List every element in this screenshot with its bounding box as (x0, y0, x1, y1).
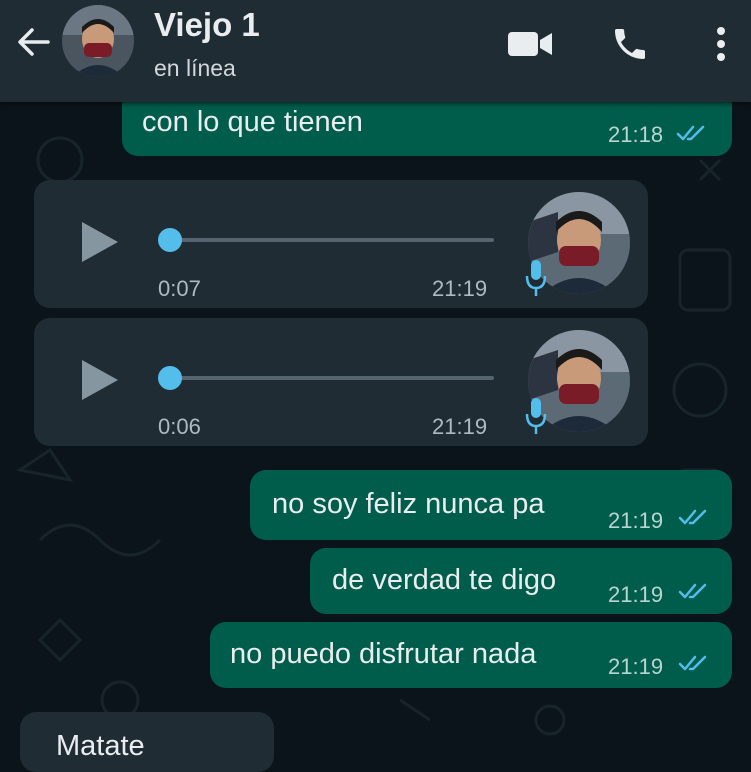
back-arrow-icon[interactable] (14, 22, 54, 62)
voice-progress-knob[interactable] (158, 366, 182, 390)
voice-progress-track[interactable] (162, 376, 494, 380)
voice-progress-track[interactable] (162, 238, 494, 242)
microphone-icon (525, 260, 547, 296)
phone-icon[interactable] (606, 22, 654, 66)
message-text: de verdad te digo (332, 564, 557, 596)
message-text: no soy feliz nunca pa (272, 488, 545, 520)
voice-message-bubble[interactable]: 0:06 21:19 (34, 318, 648, 446)
message-time: 21:19 (432, 414, 488, 439)
message-time: 21:19 (432, 276, 488, 301)
message-bubble-outgoing[interactable]: no soy feliz nunca pa 21:19 (250, 470, 732, 540)
double-check-icon (676, 125, 705, 141)
play-icon[interactable] (78, 218, 122, 266)
message-time: 21:19 (608, 654, 664, 679)
voice-duration: 0:07 (158, 276, 201, 301)
play-icon[interactable] (78, 356, 122, 404)
message-text: con lo que tienen (142, 106, 363, 138)
double-check-icon (678, 583, 707, 599)
message-time: 21:19 (608, 508, 664, 533)
message-time: 21:19 (608, 582, 664, 607)
message-bubble-outgoing[interactable]: de verdad te digo 21:19 (310, 548, 732, 614)
double-check-icon (678, 509, 707, 525)
voice-duration: 0:06 (158, 414, 201, 439)
video-call-icon[interactable] (506, 22, 554, 66)
more-options-icon[interactable] (697, 22, 745, 66)
contact-status: en línea (154, 55, 236, 81)
message-bubble-incoming[interactable]: Matate (20, 712, 274, 772)
voice-progress-knob[interactable] (158, 228, 182, 252)
message-text: Matate (56, 730, 145, 762)
voice-message-bubble[interactable]: 0:07 21:19 (34, 180, 648, 308)
contact-name[interactable]: Viejo 1 (154, 6, 260, 44)
contact-avatar[interactable] (62, 5, 134, 77)
message-time: 21:18 (608, 122, 664, 147)
microphone-icon (525, 398, 547, 434)
message-bubble-outgoing[interactable]: no puedo disfrutar nada 21:19 (210, 622, 732, 688)
double-check-icon (678, 655, 707, 671)
chat-header: Viejo 1 en línea (0, 0, 751, 102)
message-text: no puedo disfrutar nada (230, 638, 537, 670)
